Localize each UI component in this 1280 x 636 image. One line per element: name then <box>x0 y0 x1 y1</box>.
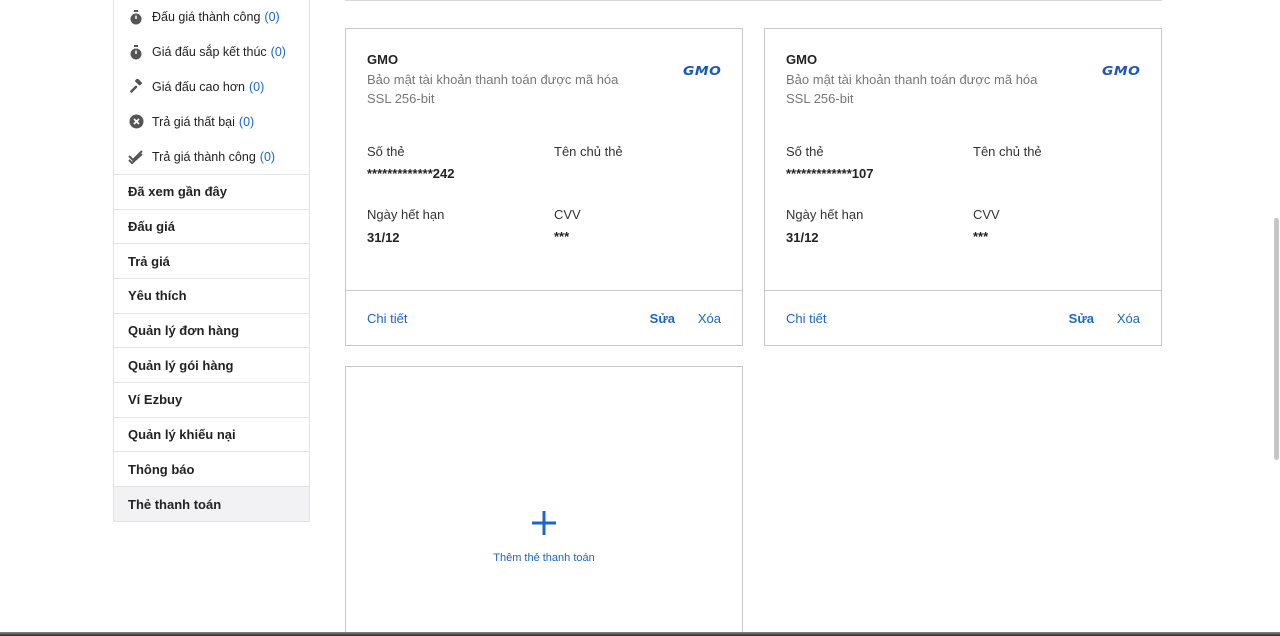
card-number: *************242 <box>367 166 455 181</box>
payment-card: GMO Bảo mật tài khoản thanh toán được mã… <box>764 28 1162 346</box>
sidebar-subitem-auction-won[interactable]: Đấu giá thành công (0) <box>114 0 309 35</box>
sidebar-subitem-count: (0) <box>248 79 265 94</box>
account-sidebar: Đấu giá thành công (0) Giá đấu sắp kết t… <box>113 0 310 522</box>
scrollbar-thumb[interactable] <box>1274 218 1279 460</box>
cvv-label: CVV <box>554 207 581 222</box>
sidebar-item-wallet[interactable]: Ví Ezbuy <box>113 382 310 418</box>
card-edit-button[interactable]: Sửa <box>1069 311 1094 326</box>
cvv-label: CVV <box>973 207 1000 222</box>
add-payment-card-button[interactable]: Thêm thẻ thanh toán <box>345 366 743 636</box>
sidebar-subitem-count: (0) <box>259 149 276 164</box>
sidebar-item-auctions[interactable]: Đấu giá <box>113 208 310 245</box>
card-holder-label: Tên chủ thẻ <box>554 144 623 159</box>
card-edit-button[interactable]: Sửa <box>650 311 675 326</box>
card-header: GMO Bảo mật tài khoản thanh toán được mã… <box>367 52 647 108</box>
expiry-value: 31/12 <box>786 230 819 245</box>
sidebar-subitem-label: Đấu giá thành công <box>152 10 261 25</box>
page-scrollbar[interactable] <box>1272 0 1280 636</box>
card-provider-name: GMO <box>367 52 399 67</box>
sidebar-item-recently-viewed[interactable]: Đã xem gần đây <box>113 173 310 210</box>
card-footer: Chi tiết Sửa Xóa <box>346 290 742 346</box>
card-delete-button[interactable]: Xóa <box>1117 311 1140 326</box>
sidebar-subitem-count: (0) <box>270 45 286 60</box>
stopwatch-icon <box>128 44 144 60</box>
sidebar-subitem-offer-failed[interactable]: Trả giá thất bại (0) <box>114 104 309 139</box>
card-number: *************107 <box>786 166 874 181</box>
sidebar-item-favorites[interactable]: Yêu thích <box>113 278 310 314</box>
sidebar-subitem-label: Giá đấu sắp kết thúc <box>152 45 267 60</box>
card-detail-link[interactable]: Chi tiết <box>786 311 826 326</box>
gmo-logo: GMO <box>682 64 721 78</box>
card-delete-button[interactable]: Xóa <box>698 311 721 326</box>
sidebar-item-packages[interactable]: Quản lý gói hàng <box>113 347 310 384</box>
payment-card: GMO Bảo mật tài khoản thanh toán được mã… <box>345 28 743 346</box>
sidebar-subitem-label: Giá đấu cao hơn <box>152 79 245 94</box>
add-payment-card-label: Thêm thẻ thanh toán <box>493 552 595 564</box>
stopwatch-icon <box>128 9 144 25</box>
top-divider <box>345 0 1162 1</box>
card-footer: Chi tiết Sửa Xóa <box>765 290 1161 346</box>
card-description-line: SSL 256-bit <box>367 91 435 106</box>
card-description-line: Bảo mật tài khoản thanh toán được mã hóa <box>786 72 1038 87</box>
gmo-logo: GMO <box>1101 64 1140 78</box>
expiry-label: Ngày hết hạn <box>367 207 445 222</box>
sidebar-subitem-offer-success[interactable]: Trả giá thành công (0) <box>114 139 309 174</box>
sidebar-subitem-label: Trả giá thành công <box>152 149 256 164</box>
sidebar-subitem-label: Trả giá thất bại <box>152 114 235 129</box>
plus-icon <box>530 509 558 537</box>
card-description: Bảo mật tài khoản thanh toán được mã hóa… <box>786 70 1066 108</box>
card-description: Bảo mật tài khoản thanh toán được mã hóa… <box>367 70 647 108</box>
sidebar-item-notifications[interactable]: Thông báo <box>113 451 310 488</box>
card-description-line: Bảo mật tài khoản thanh toán được mã hóa <box>367 72 619 87</box>
auction-status-list: Đấu giá thành công (0) Giá đấu sắp kết t… <box>113 0 310 174</box>
card-header: GMO Bảo mật tài khoản thanh toán được mã… <box>786 52 1066 108</box>
cvv-value: *** <box>973 229 989 244</box>
expiry-label: Ngày hết hạn <box>786 207 864 222</box>
sidebar-item-offers[interactable]: Trả giá <box>113 243 310 280</box>
sidebar-subitem-count: (0) <box>264 10 280 25</box>
sidebar-item-complaints[interactable]: Quản lý khiếu nại <box>113 416 310 453</box>
gavel-icon <box>128 78 144 95</box>
sidebar-item-payment-cards[interactable]: Thẻ thanh toán <box>113 486 310 522</box>
x-circle-icon <box>128 114 144 130</box>
card-description-line: SSL 256-bit <box>786 91 854 106</box>
sidebar-subitem-count: (0) <box>238 114 255 129</box>
cvv-value: *** <box>554 229 570 244</box>
expiry-value: 31/12 <box>367 230 400 245</box>
card-number-label: Số thẻ <box>786 144 824 159</box>
double-check-icon <box>128 149 144 165</box>
card-holder-label: Tên chủ thẻ <box>973 144 1042 159</box>
card-provider-name: GMO <box>786 52 818 67</box>
sidebar-subitem-outbid[interactable]: Giá đấu cao hơn (0) <box>114 70 309 105</box>
sidebar-subitem-ending-soon[interactable]: Giá đấu sắp kết thúc (0) <box>114 35 309 70</box>
sidebar-item-orders[interactable]: Quản lý đơn hàng <box>113 312 310 349</box>
card-detail-link[interactable]: Chi tiết <box>367 311 407 326</box>
window-bottom-edge <box>0 632 1280 636</box>
card-number-label: Số thẻ <box>367 144 405 159</box>
